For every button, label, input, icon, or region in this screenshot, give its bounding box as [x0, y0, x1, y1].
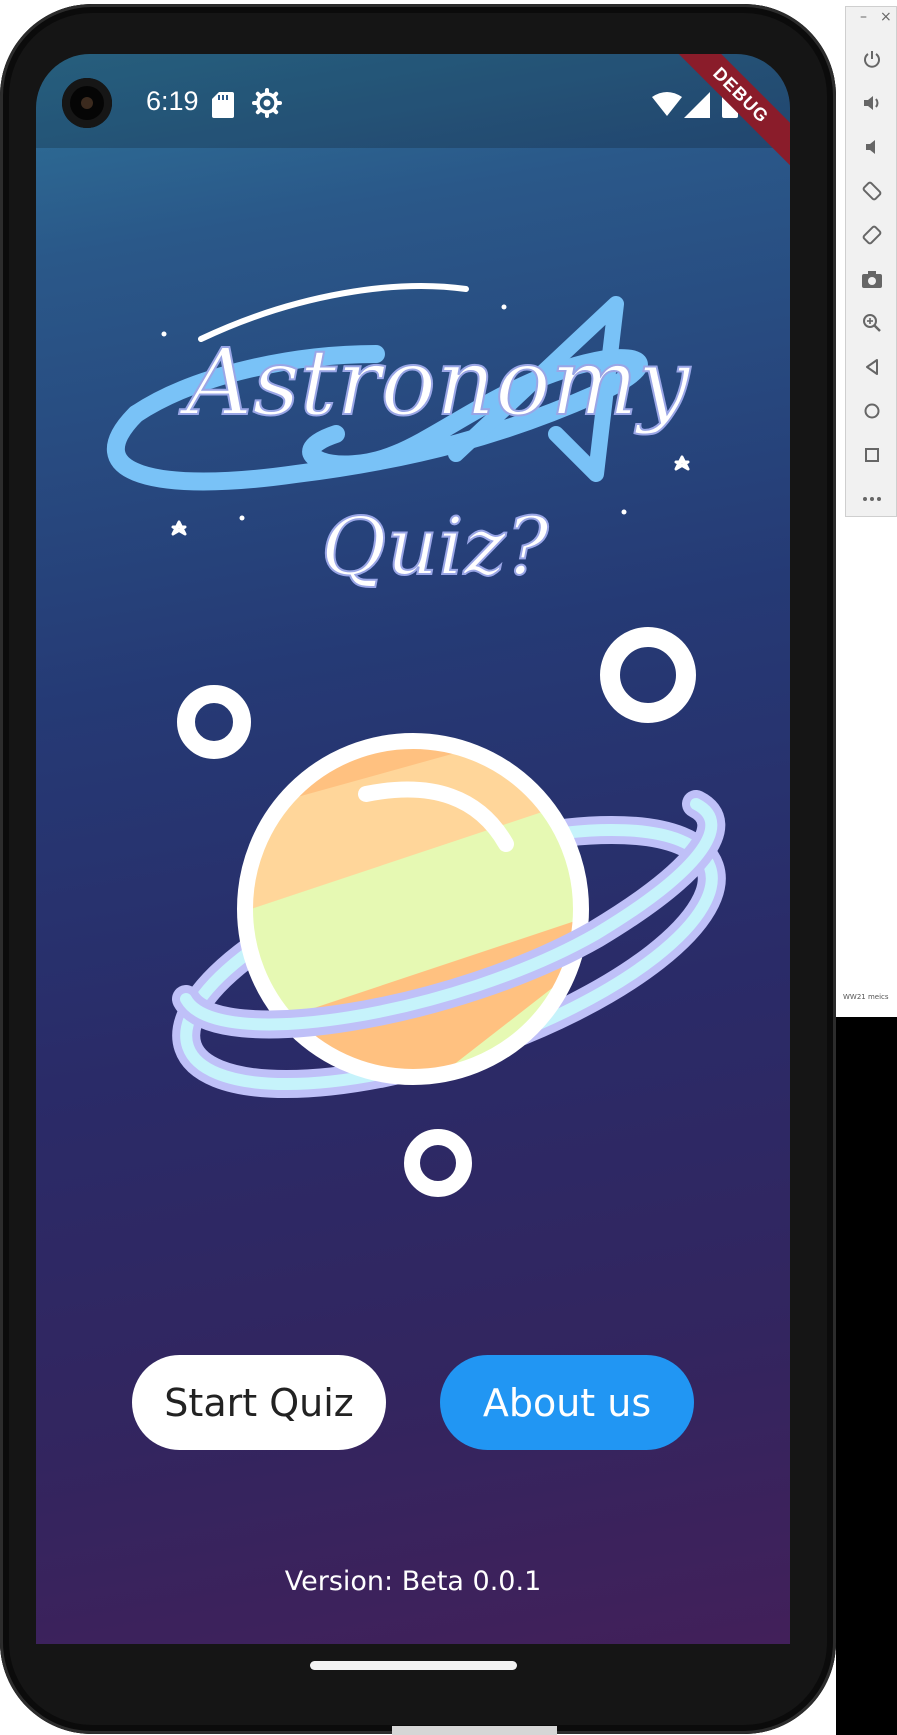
close-button[interactable]: × — [880, 9, 892, 25]
overview-icon[interactable] — [858, 441, 886, 469]
rotate-left-icon[interactable] — [858, 177, 886, 205]
taskbar-thumbnail — [392, 1726, 557, 1735]
logo-title: Astronomy — [178, 329, 691, 436]
side-strip-label: WW21 meics — [843, 993, 889, 1001]
star-icon — [171, 520, 187, 536]
saturn-icon — [172, 733, 726, 1099]
start-quiz-button[interactable]: Start Quiz — [132, 1355, 386, 1450]
more-icon[interactable] — [858, 485, 886, 513]
saturn-planet-illustration: Astronomy Quiz? — [106, 283, 726, 1197]
star-icon — [674, 455, 690, 471]
logo-subtitle: Quiz? — [321, 500, 550, 593]
emulator-dark-panel — [836, 1017, 897, 1735]
zoom-icon[interactable] — [858, 309, 886, 337]
astronomy-quiz-logo: Astronomy Quiz? — [106, 283, 692, 594]
volume-up-icon[interactable] — [858, 89, 886, 117]
rotate-right-icon[interactable] — [858, 221, 886, 249]
power-icon[interactable] — [858, 45, 886, 73]
home-icon[interactable] — [858, 397, 886, 425]
emulator-toolbar: – × — [845, 6, 897, 517]
camera-icon[interactable] — [858, 265, 886, 293]
home-indicator[interactable] — [310, 1661, 517, 1670]
volume-down-icon[interactable] — [858, 133, 886, 161]
app-screen: 6:19 DEBUG Astronomy Quiz? Start Quiz Ab… — [36, 54, 790, 1644]
about-us-button[interactable]: About us — [440, 1355, 694, 1450]
minimize-button[interactable]: – — [860, 9, 867, 25]
ring-bubble-icon — [600, 627, 696, 723]
phone-frame: 6:19 DEBUG Astronomy Quiz? Start Quiz Ab… — [0, 4, 836, 1734]
emulator-side-panel — [836, 517, 897, 1017]
ring-bubble-icon — [404, 1129, 472, 1197]
version-label: Version: Beta 0.0.1 — [284, 1566, 542, 1597]
back-icon[interactable] — [858, 353, 886, 381]
ring-bubble-icon — [177, 685, 251, 759]
